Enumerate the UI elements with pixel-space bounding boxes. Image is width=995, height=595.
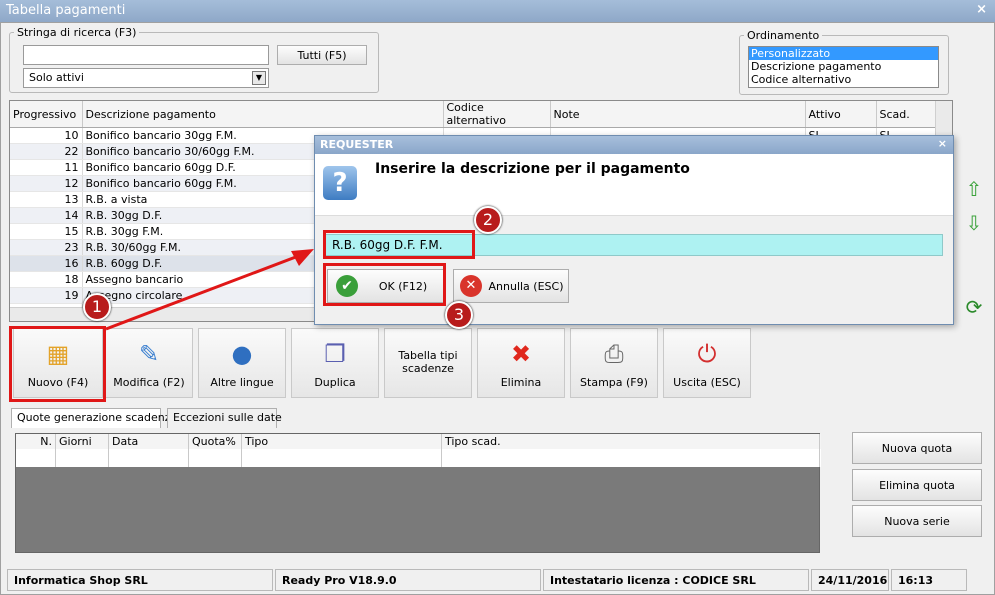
cell-prog: 16 bbox=[10, 255, 83, 272]
edit-button-label: Modifica (F2) bbox=[113, 376, 185, 389]
deadline-types-button[interactable]: Tabella tipi scadenze bbox=[384, 328, 472, 398]
active-filter-select[interactable]: Solo attivi ▼ bbox=[23, 68, 269, 88]
power-icon: ⏻ bbox=[697, 340, 717, 368]
col-descrizione[interactable]: Descrizione pagamento bbox=[82, 101, 444, 128]
highlight-ok-button bbox=[323, 263, 446, 306]
window-title: Tabella pagamenti bbox=[6, 3, 126, 18]
cell-tipo-scad bbox=[442, 449, 820, 467]
dialog-message: Inserire la descrizione per il pagamento bbox=[375, 161, 690, 177]
cell-prog: 22 bbox=[10, 143, 83, 160]
delete-quota-button[interactable]: Elimina quota bbox=[852, 469, 982, 501]
main-window: Stringa di ricerca (F3) Tutti (F5) Solo … bbox=[0, 22, 995, 595]
col-scad[interactable]: Scad. bbox=[876, 101, 937, 128]
cell-tipo bbox=[242, 449, 442, 467]
highlight-description-input bbox=[323, 230, 475, 259]
col-giorni[interactable]: Giorni bbox=[56, 434, 109, 449]
col-data[interactable]: Data bbox=[109, 434, 189, 449]
delete-button[interactable]: ✖ Elimina bbox=[477, 328, 565, 398]
globe-icon: ● bbox=[231, 340, 253, 368]
tab-eccezioni-date[interactable]: Eccezioni sulle date bbox=[167, 408, 282, 428]
step-badge-1: 1 bbox=[83, 293, 111, 321]
exit-button-label: Uscita (ESC) bbox=[673, 376, 741, 389]
edit-pencil-icon: ✎ bbox=[138, 340, 160, 368]
tab-quote-scadenze[interactable]: Quote generazione scadenze bbox=[11, 408, 177, 428]
sort-option-custom[interactable]: Personalizzato bbox=[749, 47, 938, 60]
status-company: Informatica Shop SRL bbox=[7, 569, 273, 591]
duplicate-button[interactable]: ❐ Duplica bbox=[291, 328, 379, 398]
printer-icon: ⎙ bbox=[604, 340, 624, 368]
print-button[interactable]: ⎙ Stampa (F9) bbox=[570, 328, 658, 398]
col-n[interactable]: N. bbox=[16, 434, 56, 449]
col-quota[interactable]: Quota% bbox=[189, 434, 242, 449]
col-tipo-scad[interactable]: Tipo scad. bbox=[442, 434, 820, 449]
col-note[interactable]: Note bbox=[550, 101, 806, 128]
cell-data bbox=[109, 449, 189, 467]
edit-button[interactable]: ✎ Modifica (F2) bbox=[105, 328, 193, 398]
status-date: 24/11/2016 bbox=[811, 569, 889, 591]
status-time: 16:13 bbox=[891, 569, 967, 591]
all-button[interactable]: Tutti (F5) bbox=[277, 45, 367, 65]
cancel-x-icon: ✕ bbox=[460, 275, 482, 297]
highlight-new-button bbox=[9, 326, 106, 402]
new-quota-button[interactable]: Nuova quota bbox=[852, 432, 982, 464]
step-badge-2: 2 bbox=[474, 206, 502, 234]
exit-button[interactable]: ⏻ Uscita (ESC) bbox=[663, 328, 751, 398]
cell-prog: 15 bbox=[10, 223, 83, 240]
dialog-close-button[interactable]: × bbox=[938, 137, 947, 150]
cell-prog: 14 bbox=[10, 207, 83, 224]
refresh-icon[interactable]: ⟳ bbox=[960, 293, 988, 321]
window-titlebar: Tabella pagamenti × bbox=[0, 0, 995, 22]
languages-button-label: Altre lingue bbox=[210, 376, 274, 389]
status-version: Ready Pro V18.9.0 bbox=[275, 569, 541, 591]
cancel-button-label: Annulla (ESC) bbox=[488, 280, 564, 293]
table-row[interactable] bbox=[16, 449, 821, 467]
dialog-title: REQUESTER bbox=[320, 138, 394, 151]
active-filter-value: Solo attivi bbox=[29, 71, 84, 84]
question-icon: ? bbox=[323, 166, 357, 200]
cell-giorni bbox=[56, 449, 109, 467]
deadline-types-label: Tabella tipi scadenze bbox=[398, 349, 458, 375]
cell-prog: 10 bbox=[10, 127, 83, 144]
print-button-label: Stampa (F9) bbox=[580, 376, 648, 389]
cell-prog: 12 bbox=[10, 175, 83, 192]
arrow-down-icon[interactable]: ⇩ bbox=[960, 209, 988, 237]
arrow-up-icon[interactable]: ⇧ bbox=[960, 175, 988, 203]
step-badge-3: 3 bbox=[445, 301, 473, 329]
cell-prog: 13 bbox=[10, 191, 83, 208]
status-bar: Informatica Shop SRL Ready Pro V18.9.0 I… bbox=[7, 569, 991, 591]
window-close-button[interactable]: × bbox=[976, 2, 987, 17]
search-group-label: Stringa di ricerca (F3) bbox=[17, 26, 137, 39]
duplicate-icon: ❐ bbox=[324, 340, 346, 368]
cell-prog: 23 bbox=[10, 239, 83, 256]
delete-x-icon: ✖ bbox=[510, 340, 532, 368]
col-attivo[interactable]: Attivo bbox=[805, 101, 877, 128]
cell-prog: 18 bbox=[10, 271, 83, 288]
new-series-button[interactable]: Nuova serie bbox=[852, 505, 982, 537]
quotas-grid-header: N. Giorni Data Quota% Tipo Tipo scad. bbox=[16, 434, 821, 449]
col-tipo[interactable]: Tipo bbox=[242, 434, 442, 449]
quotas-grid: N. Giorni Data Quota% Tipo Tipo scad. bbox=[15, 433, 821, 553]
delete-button-label: Elimina bbox=[500, 376, 542, 389]
col-progressivo[interactable]: Progressivo bbox=[10, 101, 83, 128]
sort-option-description[interactable]: Descrizione pagamento bbox=[749, 60, 938, 73]
languages-button[interactable]: ● Altre lingue bbox=[198, 328, 286, 398]
status-license: Intestatario licenza : CODICE SRL bbox=[543, 569, 809, 591]
chevron-down-icon[interactable]: ▼ bbox=[252, 71, 266, 85]
dialog-titlebar: REQUESTER × bbox=[315, 136, 953, 154]
cell-n bbox=[16, 449, 56, 467]
sort-group-label: Ordinamento bbox=[747, 29, 820, 42]
search-input[interactable] bbox=[23, 45, 269, 65]
dialog-message-area: ? Inserire la descrizione per il pagamen… bbox=[315, 154, 953, 216]
cancel-button[interactable]: ✕ Annulla (ESC) bbox=[453, 269, 569, 303]
sort-option-alt-code[interactable]: Codice alternativo bbox=[749, 73, 938, 86]
col-codice-alternativo[interactable]: Codice alternativo bbox=[443, 101, 551, 128]
cell-quota bbox=[189, 449, 242, 467]
cell-prog: 11 bbox=[10, 159, 83, 176]
cell-prog: 19 bbox=[10, 287, 83, 304]
sort-listbox[interactable]: Personalizzato Descrizione pagamento Cod… bbox=[748, 46, 939, 88]
duplicate-button-label: Duplica bbox=[314, 376, 356, 389]
